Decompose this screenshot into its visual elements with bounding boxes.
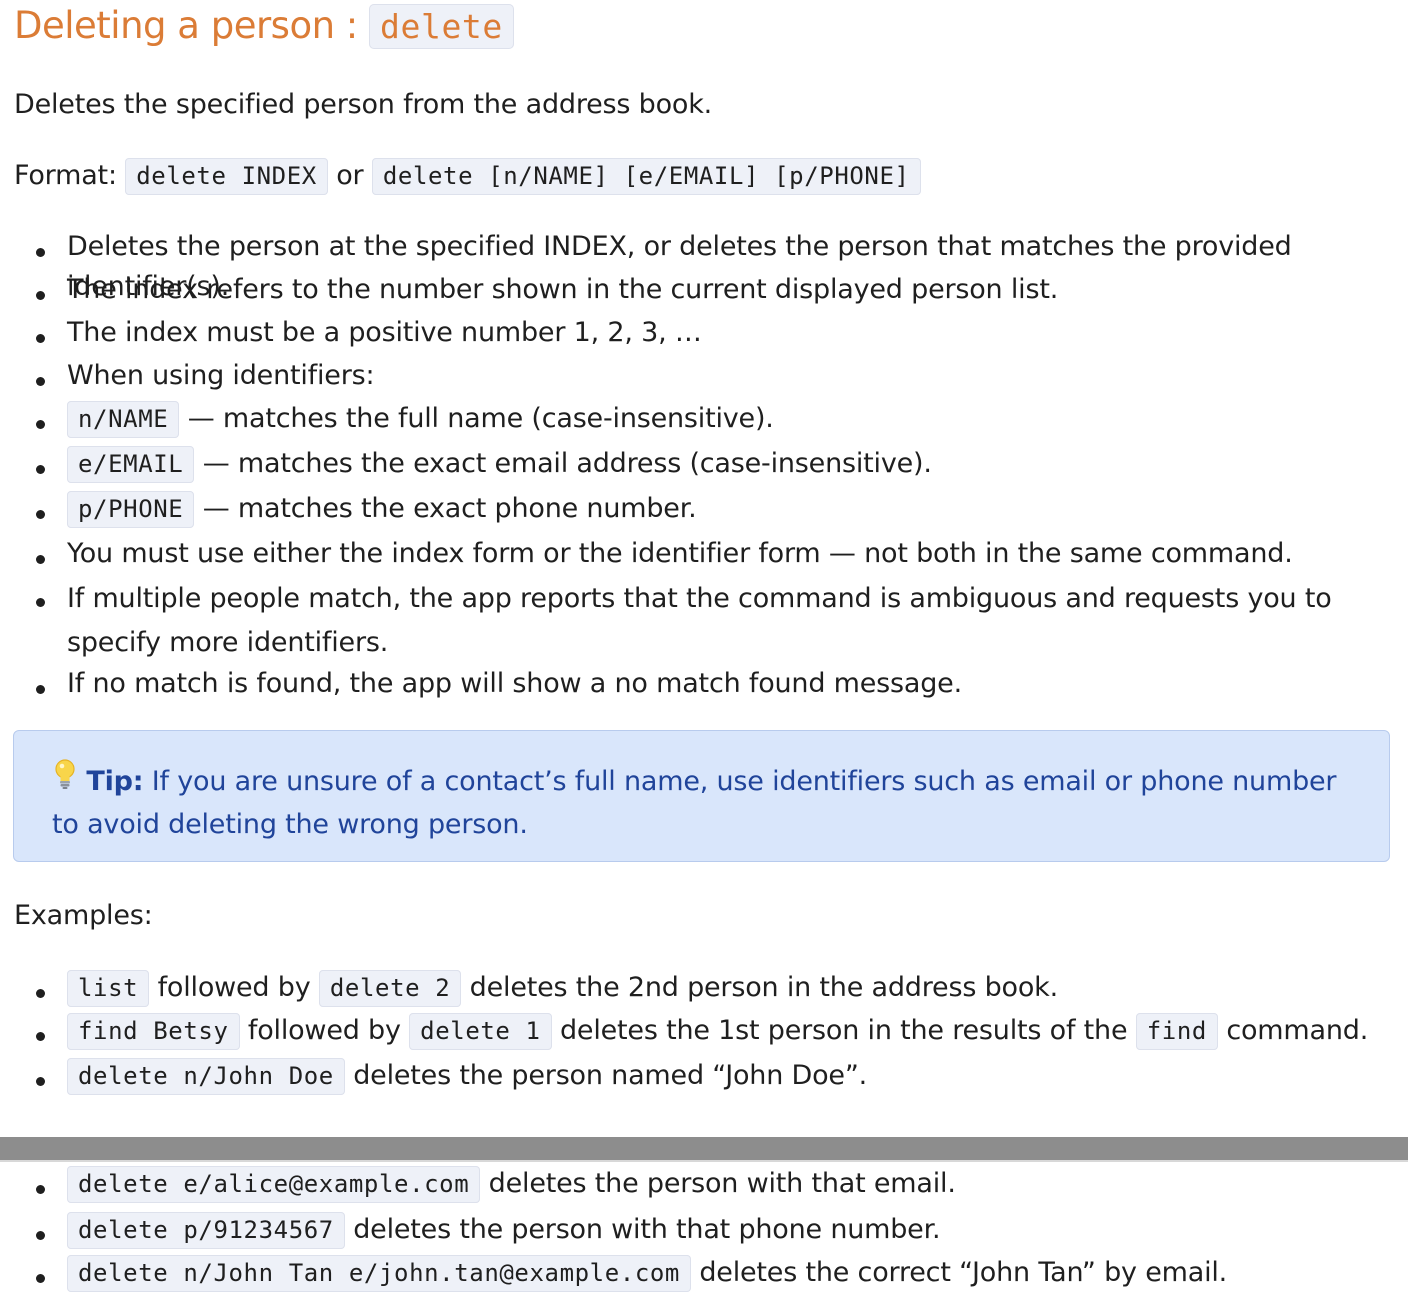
rule-item-identifier: n/NAME — matches the full name (case-ins… — [14, 399, 1398, 439]
format-label: Format: — [14, 160, 117, 191]
identifier-code: e/EMAIL — [67, 446, 195, 483]
page-title: Deleting a person : delete — [14, 4, 1398, 49]
example-item: delete p/91234567 deletes the person wit… — [14, 1210, 1398, 1250]
rule-text: The index must be a positive number 1, 2… — [67, 317, 702, 348]
example-code: list — [67, 970, 150, 1007]
rule-item: The index refers to the number shown in … — [14, 270, 1398, 310]
format-code-index: delete INDEX — [125, 158, 328, 195]
format-connector: or — [336, 160, 364, 191]
lightbulb-icon — [52, 758, 78, 803]
rule-item-identifier: p/PHONE — matches the exact phone number… — [14, 489, 1398, 529]
example-text: deletes the correct “John Tan” by email. — [699, 1257, 1228, 1288]
rule-item: If no match is found, the app will show … — [14, 664, 1398, 704]
format-code-identifiers: delete [n/NAME] [e/EMAIL] [p/PHONE] — [371, 158, 921, 195]
rule-item: You must use either the index form or th… — [14, 534, 1398, 574]
rule-text: You must use either the index form or th… — [67, 538, 1293, 569]
example-text: followed by — [247, 1015, 401, 1046]
example-text: deletes the person with that email. — [488, 1168, 956, 1199]
rule-text: If multiple people match, the app report… — [67, 583, 1332, 658]
example-text: command. — [1226, 1015, 1369, 1046]
rule-text: The index refers to the number shown in … — [67, 274, 1059, 305]
example-code: delete 1 — [409, 1013, 552, 1050]
example-item: delete e/alice@example.com deletes the p… — [14, 1164, 1398, 1204]
example-text: deletes the 2nd person in the address bo… — [469, 972, 1058, 1003]
rule-text: — matches the exact phone number. — [202, 493, 697, 524]
tip-label: Tip: — [86, 766, 144, 797]
page-title-text: Deleting a person : — [14, 4, 358, 47]
example-item: list followed by delete 2 deletes the 2n… — [14, 968, 1398, 1008]
title-command-code: delete — [369, 4, 514, 49]
description: Deletes the specified person from the ad… — [14, 89, 713, 120]
example-code: find — [1135, 1013, 1218, 1050]
example-item: delete n/John Tan e/john.tan@example.com… — [14, 1253, 1398, 1293]
tip-text: If you are unsure of a contact’s full na… — [52, 766, 1337, 840]
rule-text: — matches the full name (case-insensitiv… — [187, 403, 774, 434]
example-item: find Betsy followed by delete 1 deletes … — [14, 1011, 1398, 1051]
rule-text: When using identifiers: — [67, 360, 375, 391]
tip-box: Tip: If you are unsure of a contact’s fu… — [13, 730, 1390, 862]
page-divider — [0, 1137, 1408, 1162]
rule-item: If multiple people match, the app report… — [14, 577, 1398, 665]
rule-item-identifier: e/EMAIL — matches the exact email addres… — [14, 444, 1398, 484]
example-code: find Betsy — [67, 1013, 240, 1050]
format-line: Format: delete INDEX or delete [n/NAME] … — [14, 157, 1398, 195]
example-code: delete 2 — [318, 970, 462, 1007]
example-item: delete n/John Doe deletes the person nam… — [14, 1056, 1398, 1096]
examples-label: Examples: — [14, 900, 153, 931]
identifier-code: p/PHONE — [67, 491, 195, 528]
example-text: deletes the person named “John Doe”. — [353, 1060, 867, 1091]
example-code: delete n/John Tan e/john.tan@example.com — [67, 1255, 691, 1292]
example-code: delete p/91234567 — [67, 1212, 345, 1249]
example-text: deletes the person with that phone numbe… — [353, 1214, 941, 1245]
example-code: delete n/John Doe — [67, 1058, 345, 1095]
rule-text: — matches the exact email address (case-… — [202, 448, 932, 479]
example-text: deletes the 1st person in the results of… — [559, 1015, 1128, 1046]
example-code: delete e/alice@example.com — [67, 1166, 481, 1203]
rule-item: When using identifiers: — [14, 356, 1398, 396]
rule-text: If no match is found, the app will show … — [67, 668, 962, 699]
identifier-code: n/NAME — [67, 401, 180, 438]
example-text: followed by — [157, 972, 311, 1003]
rule-item: The index must be a positive number 1, 2… — [14, 313, 1398, 353]
